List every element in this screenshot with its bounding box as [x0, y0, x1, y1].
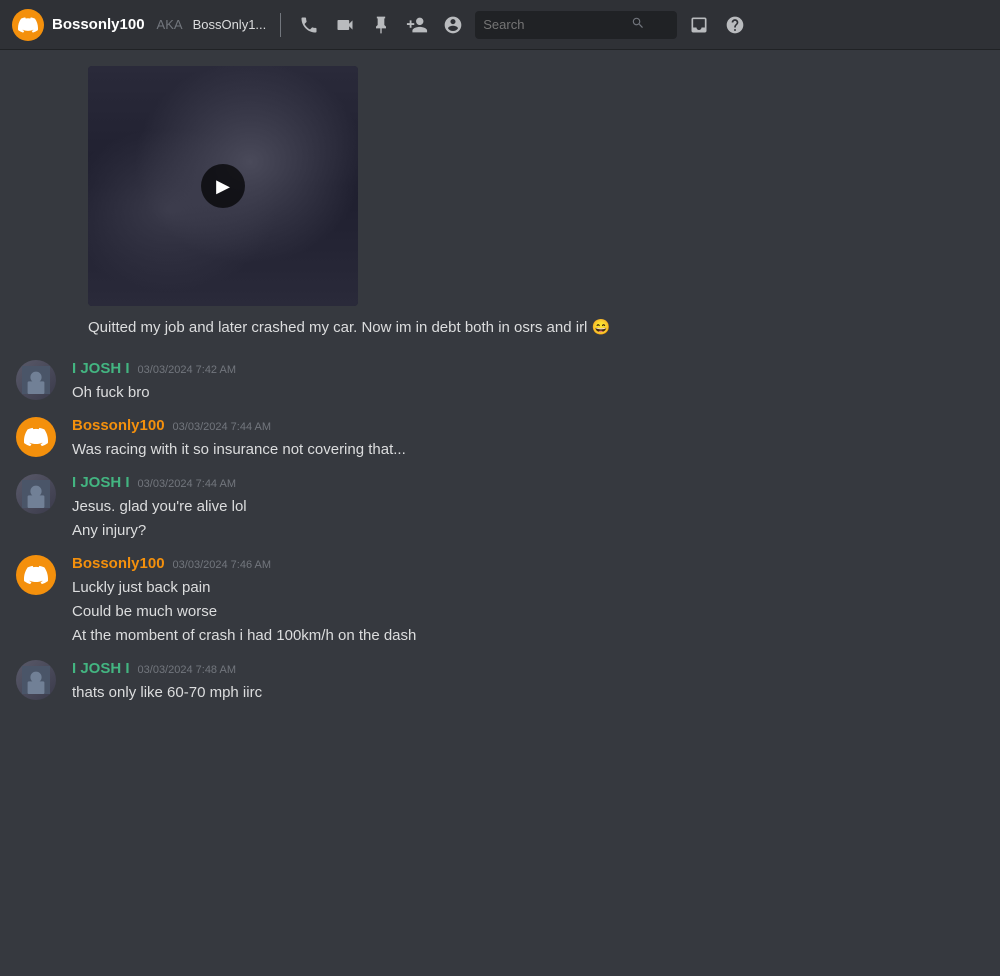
- message-line: Any injury?: [72, 519, 984, 543]
- search-bar[interactable]: [475, 11, 677, 39]
- topbar-aka-label: AKA: [157, 17, 183, 32]
- message-timestamp: 03/03/2024 7:42 AM: [138, 364, 236, 376]
- video-container: ▶: [16, 66, 984, 306]
- message-timestamp: 03/03/2024 7:44 AM: [138, 478, 236, 490]
- message-author: I JOSH I: [72, 474, 130, 491]
- message-body: Bossonly100 03/03/2024 7:46 AM Luckly ju…: [72, 555, 984, 648]
- search-input[interactable]: [483, 17, 623, 32]
- message-line: Luckly just back pain: [72, 576, 984, 600]
- video-call-icon[interactable]: [331, 11, 359, 39]
- pin-icon[interactable]: [367, 11, 395, 39]
- message-content: Was racing with it so insurance not cove…: [72, 438, 984, 462]
- message-row: Bossonly100 03/03/2024 7:46 AM Luckly ju…: [16, 547, 984, 652]
- discord-icon: [24, 563, 48, 587]
- message-content: Luckly just back pain Could be much wors…: [72, 576, 984, 648]
- message-row: I JOSH I 03/03/2024 7:42 AM Oh fuck bro: [16, 352, 984, 409]
- user-profile-icon[interactable]: [439, 11, 467, 39]
- message-line: Was racing with it so insurance not cove…: [72, 438, 984, 462]
- avatar: [16, 474, 56, 514]
- video-thumbnail[interactable]: ▶: [88, 66, 358, 306]
- message-line: Could be much worse: [72, 600, 984, 624]
- message-line: At the mombent of crash i had 100km/h on…: [72, 624, 984, 648]
- message-header: Bossonly100 03/03/2024 7:46 AM: [72, 555, 984, 572]
- message-content: thats only like 60-70 mph iirc: [72, 681, 984, 705]
- message-header: I JOSH I 03/03/2024 7:44 AM: [72, 474, 984, 491]
- inbox-icon[interactable]: [685, 11, 713, 39]
- message-content: Oh fuck bro: [72, 381, 984, 405]
- message-header: Bossonly100 03/03/2024 7:44 AM: [72, 417, 984, 434]
- play-button[interactable]: ▶: [201, 164, 245, 208]
- discord-logo-icon: [18, 15, 38, 35]
- message-row: Bossonly100 03/03/2024 7:44 AM Was racin…: [16, 409, 984, 466]
- message-body: I JOSH I 03/03/2024 7:44 AM Jesus. glad …: [72, 474, 984, 543]
- topbar-aka-name: BossOnly1...: [193, 17, 267, 32]
- message-author: Bossonly100: [72, 555, 165, 572]
- chat-content: ▶ Quitted my job and later crashed my ca…: [0, 50, 1000, 926]
- message-header: I JOSH I 03/03/2024 7:48 AM: [72, 660, 984, 677]
- topbar: Bossonly100 AKA BossOnly1...: [0, 0, 1000, 50]
- message-author: I JOSH I: [72, 660, 130, 677]
- search-icon: [631, 16, 645, 33]
- message-body: I JOSH I 03/03/2024 7:48 AM thats only l…: [72, 660, 984, 705]
- discord-icon: [24, 425, 48, 449]
- help-icon[interactable]: [721, 11, 749, 39]
- message-timestamp: 03/03/2024 7:48 AM: [138, 664, 236, 676]
- message-row: I JOSH I 03/03/2024 7:48 AM thats only l…: [16, 652, 984, 709]
- message-header: I JOSH I 03/03/2024 7:42 AM: [72, 360, 984, 377]
- avatar: [16, 417, 56, 457]
- topbar-divider: [280, 13, 281, 37]
- bossonly-avatar: [16, 555, 56, 595]
- message-body: I JOSH I 03/03/2024 7:42 AM Oh fuck bro: [72, 360, 984, 405]
- topbar-username: Bossonly100: [52, 16, 145, 33]
- user-avatar-topbar: [12, 9, 44, 41]
- message-author: Bossonly100: [72, 417, 165, 434]
- call-icon[interactable]: [295, 11, 323, 39]
- message-line: Jesus. glad you're alive lol: [72, 495, 984, 519]
- josh-avatar-img: [16, 660, 56, 700]
- bossonly-avatar: [16, 417, 56, 457]
- add-friend-icon[interactable]: [403, 11, 431, 39]
- josh-avatar-img: [16, 360, 56, 400]
- message-body: Bossonly100 03/03/2024 7:44 AM Was racin…: [72, 417, 984, 462]
- message-timestamp: 03/03/2024 7:44 AM: [173, 421, 271, 433]
- message-row: I JOSH I 03/03/2024 7:44 AM Jesus. glad …: [16, 466, 984, 547]
- standalone-text: Quitted my job and later crashed my car.…: [88, 319, 610, 336]
- standalone-message: Quitted my job and later crashed my car.…: [16, 316, 984, 340]
- avatar: [16, 360, 56, 400]
- josh-avatar-img: [16, 474, 56, 514]
- message-line: Oh fuck bro: [72, 381, 984, 405]
- avatar: [16, 555, 56, 595]
- message-timestamp: 03/03/2024 7:46 AM: [173, 559, 271, 571]
- message-line: thats only like 60-70 mph iirc: [72, 681, 984, 705]
- avatar: [16, 660, 56, 700]
- message-author: I JOSH I: [72, 360, 130, 377]
- message-content: Jesus. glad you're alive lol Any injury?: [72, 495, 984, 543]
